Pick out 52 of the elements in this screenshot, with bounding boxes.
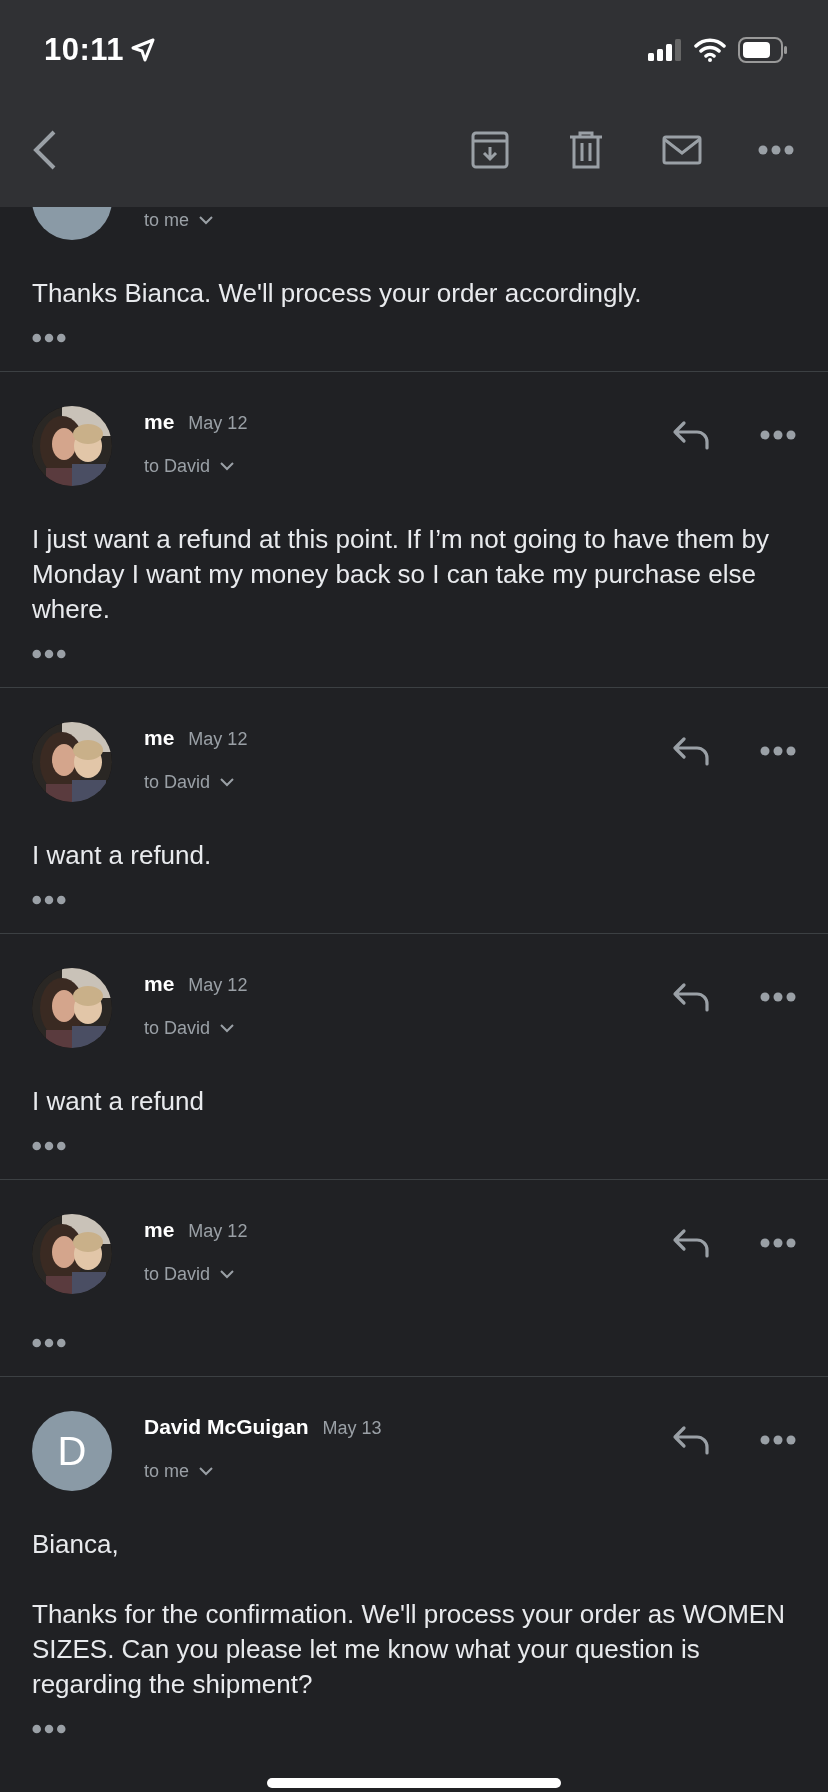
- more-icon[interactable]: [758, 145, 794, 155]
- chevron-down-icon[interactable]: [220, 778, 235, 787]
- reply-icon[interactable]: [672, 1228, 710, 1258]
- expand-dots-icon[interactable]: [32, 1724, 66, 1734]
- sender-name: me: [144, 726, 175, 750]
- recipient-label[interactable]: to David: [144, 456, 211, 477]
- location-arrow-icon: [130, 37, 157, 63]
- recipient-label[interactable]: to David: [144, 1018, 211, 1039]
- signal-icon: [648, 39, 682, 61]
- chevron-down-icon[interactable]: [220, 1270, 235, 1279]
- avatar-letter: D: [57, 1428, 87, 1474]
- message-date: May 12: [188, 975, 248, 996]
- reply-icon[interactable]: [672, 1425, 710, 1455]
- sender-name: me: [144, 972, 175, 996]
- reply-icon[interactable]: [672, 736, 710, 766]
- more-icon[interactable]: [760, 1238, 796, 1248]
- chevron-down-icon[interactable]: [199, 1467, 214, 1476]
- chevron-down-icon[interactable]: [220, 462, 235, 471]
- message-text: I want a refund.: [32, 839, 213, 872]
- chevron-down-icon[interactable]: [220, 1024, 235, 1033]
- more-icon[interactable]: [760, 992, 796, 1002]
- reply-icon[interactable]: [672, 420, 710, 450]
- expand-dots-icon[interactable]: [32, 649, 66, 659]
- sender-name: David McGuigan: [144, 1415, 309, 1439]
- message-text: Bianca,: [32, 1528, 120, 1561]
- expand-dots-icon[interactable]: [32, 333, 66, 343]
- recipient-label[interactable]: to David: [144, 772, 211, 793]
- status-time: 10:11: [44, 32, 125, 68]
- message-date: May 12: [188, 413, 248, 434]
- more-icon[interactable]: [760, 1435, 796, 1445]
- recipient-label[interactable]: to David: [144, 1264, 211, 1285]
- message-date: May 13: [322, 1418, 382, 1439]
- expand-dots-icon[interactable]: [32, 1338, 66, 1348]
- recipient-label[interactable]: to me: [144, 210, 190, 231]
- expand-dots-icon[interactable]: [32, 895, 66, 905]
- message-date: May 12: [188, 729, 248, 750]
- sender-name: me: [144, 1218, 175, 1242]
- reply-icon[interactable]: [672, 982, 710, 1012]
- archive-icon[interactable]: [470, 130, 510, 170]
- message-text: Thanks for the confirmation. We'll process your order as WOMEN SIZES. Can you please let me know what your question is regarding the shipment?: [32, 1598, 786, 1701]
- message-text: I just want a refund at this point. If I’m not going to have them by Monday I want my money back so I can take my purchase else where.: [32, 523, 771, 626]
- more-icon[interactable]: [760, 746, 796, 756]
- message-text: I want a refund: [32, 1085, 205, 1118]
- battery-icon: [738, 37, 788, 63]
- more-icon[interactable]: [760, 430, 796, 440]
- message-text: Thanks Bianca. We'll process your order accordingly.: [32, 277, 643, 310]
- wifi-icon: [694, 38, 726, 62]
- sender-name: me: [144, 410, 175, 434]
- chevron-down-icon[interactable]: [199, 216, 214, 225]
- recipient-label[interactable]: to me: [144, 1461, 190, 1482]
- expand-dots-icon[interactable]: [32, 1141, 66, 1151]
- message-date: May 12: [188, 1221, 248, 1242]
